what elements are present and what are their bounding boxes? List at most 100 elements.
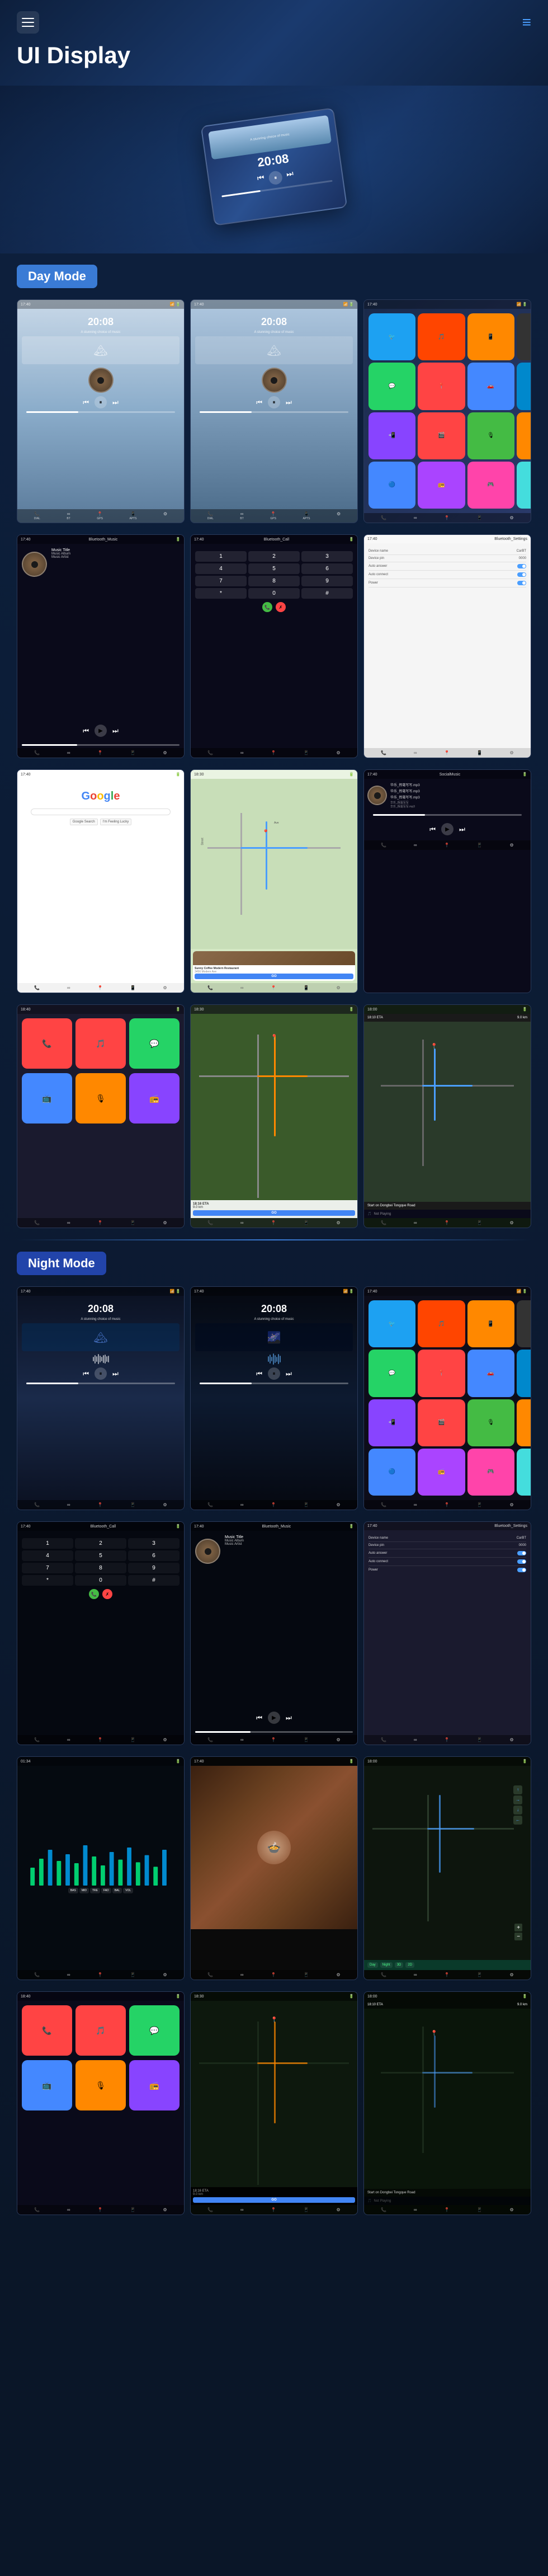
screen-header-3: 17:40📶 🔋 bbox=[364, 300, 531, 309]
bt-album-art-night bbox=[195, 1539, 220, 1564]
screen-header-n6: 17:40Bluetooth_Settings bbox=[364, 1522, 531, 1530]
screen-header-n5: 17:40Bluetooth_Music🔋 bbox=[191, 1522, 357, 1531]
screen-footer-1: 📞DIAL ∞BT 📍GPS 📱APTS ⚙ bbox=[17, 509, 184, 523]
screen-apps-night: 17:40📶 🔋 🐦 🎵 📱 ⚙ 💬 📍 🚗 BT 📲 🎬 🎙 📡 🔵 bbox=[363, 1286, 531, 1510]
screen-nav-route-day: 18:00🔋 18:10 ETA 9.0 km 📍 bbox=[363, 1004, 531, 1228]
prev-btn[interactable]: ⏮ bbox=[257, 173, 266, 187]
screen-footer-5: 📞 ∞ 📍 📱 ⚙ bbox=[191, 748, 357, 758]
screen-carplay-day: 18:40🔋 📞 🎵 💬 📺 🎙 📻 📞 bbox=[17, 1004, 185, 1228]
screen-night-nav: 18:00🔋 ↑ → ↓ ← bbox=[363, 1756, 531, 1980]
page-bottom-padding bbox=[0, 2237, 548, 2260]
go-button[interactable]: GO bbox=[195, 974, 353, 979]
bt-music-artist: Music Artist bbox=[51, 556, 179, 559]
call-dialpad: 1 2 3 4 5 6 7 8 9 * 0 # bbox=[195, 551, 353, 599]
night-mode-grid-row3: 01:34🔋 bbox=[17, 1756, 531, 1980]
screen-header-2: 17:40📶 🔋 bbox=[191, 300, 357, 309]
social-player-controls: ⏮ ▶ ⏭ bbox=[364, 821, 531, 838]
night-mode-grid-row1: 17:40📶 🔋 20:08 A stunning choice of musi… bbox=[17, 1286, 531, 1510]
screen-header-n1: 17:40📶 🔋 bbox=[17, 1287, 184, 1296]
nav-route-content: 18:10 ETA 9.0 km 📍 Start on Dongbei Tong… bbox=[364, 1014, 531, 1218]
google-content: Google Google Search I'm Feeling Lucky bbox=[17, 779, 184, 983]
time-display-2: 20:08 bbox=[195, 316, 353, 328]
screen-header-8: 18:30🔋 bbox=[191, 770, 357, 779]
screen-header-nc1: 18:40🔋 bbox=[17, 1992, 184, 2001]
screen-footer-nc2: 📞 ∞ 📍 📱 ⚙ bbox=[191, 2205, 357, 2215]
screen-footer-n1: 📞 ∞ 📍 📱 ⚙ bbox=[17, 1500, 184, 1510]
eq-svg bbox=[27, 1841, 174, 1886]
screen-google-day: 17:40🔋 Google Google Search I'm Feeling … bbox=[17, 769, 185, 993]
screen-header-7: 17:40🔋 bbox=[17, 770, 184, 779]
screen-eq-viz-night: 01:34🔋 bbox=[17, 1756, 185, 1980]
screen-footer-n7: 📞 ∞ 📍 📱 ⚙ bbox=[17, 1970, 184, 1980]
screen-bluetooth-call-day: 17:40Bluetooth_Call🔋 1 2 3 4 5 6 7 8 9 * bbox=[190, 534, 358, 758]
waveform-n1 bbox=[26, 1353, 175, 1365]
screen-footer-n9: 📞 ∞ 📍 📱 ⚙ bbox=[364, 1970, 531, 1980]
screen-night-nav-restaurant: 18:30🔋 📍 18:16 ETA 9.0 km GO 📞 bbox=[190, 1991, 358, 2215]
food-video-content: 🍲 bbox=[191, 1766, 357, 1970]
screen-header-n7: 01:34🔋 bbox=[17, 1757, 184, 1766]
screen-header-n3: 17:40📶 🔋 bbox=[364, 1287, 531, 1296]
screen-footer-6: 📞 ∞ 📍 📱 ⚙ bbox=[364, 748, 531, 758]
screen-header-9: 17:40SocialMusic🔋 bbox=[364, 770, 531, 779]
screen-footer-11: 📞 ∞ 📍 📱 ⚙ bbox=[191, 1218, 357, 1228]
screen-food-video-night: 17:40🔋 🍲 📞 ∞ 📍 📱 ⚙ bbox=[190, 1756, 358, 1980]
time-display-1: 20:08 bbox=[22, 316, 179, 328]
screen-footer-7: 📞 ∞ 📍 📱 ⚙ bbox=[17, 983, 184, 993]
settings-content: Device name CarBT Device pin 0000 Auto a… bbox=[364, 543, 531, 748]
screen-settings-night: 17:40Bluetooth_Settings Device name CarB… bbox=[363, 1521, 531, 1745]
screen-footer-10: 📞 ∞ 📍 📱 ⚙ bbox=[17, 1218, 184, 1228]
screen-map-day: 18:30🔋 📍 Street Ave S bbox=[190, 769, 358, 993]
screen-footer-nc1: 📞 ∞ 📍 📱 ⚙ bbox=[17, 2205, 184, 2215]
screen-header-n9: 18:00🔋 bbox=[364, 1757, 531, 1766]
screen-header-10: 18:40🔋 bbox=[17, 1005, 184, 1014]
night-carplay-row: 18:40🔋 📞 🎵 💬 📺 🎙 📻 📞 bbox=[17, 1991, 531, 2215]
bt-music-artist-night: Music Artist bbox=[225, 1543, 353, 1546]
screen-footer-9: 📞 ∞ 📍 📱 ⚙ bbox=[364, 840, 531, 850]
screen-header-n2: 17:40📶 🔋 bbox=[191, 1287, 357, 1296]
screen-footer-nc3: 📞 ∞ 📍 📱 ⚙ bbox=[364, 2205, 531, 2215]
night-nav-controls: Day Night 3D 2D bbox=[364, 1960, 531, 1970]
time-display-n2: 20:08 bbox=[195, 1303, 353, 1315]
apps-grid-night: 🐦 🎵 📱 ⚙ 💬 📍 🚗 BT 📲 🎬 🎙 📡 🔵 📻 🎮 🌐 bbox=[364, 1296, 531, 1500]
page-title: UI Display bbox=[17, 42, 531, 69]
carplay-night-content: 📞 🎵 💬 📺 🎙 📻 bbox=[17, 2001, 184, 2205]
screen-footer-12: 📞 ∞ 📍 📱 ⚙ bbox=[364, 1218, 531, 1228]
bt-player-controls: ⏮ ▶ ⏭ bbox=[17, 722, 184, 739]
album-art-1 bbox=[88, 368, 114, 393]
day-carplay-row: 18:40🔋 📞 🎵 💬 📺 🎙 📻 📞 bbox=[17, 1004, 531, 1228]
restaurant-card-day: Sunny Coffee Modern Restaurant 3456 Mode… bbox=[193, 951, 355, 981]
screen-music-night-2: 17:40📶 🔋 20:08 A stunning choice of musi… bbox=[190, 1286, 358, 1510]
screen-apps-day: 17:40📶 🔋 🐦 🎵 📱 ⚙ 💬 📍 🚗 BT 📲 🎬 🎙 📡 🔵 bbox=[363, 299, 531, 523]
social-music-content: 华乐_挥毫写写.mp3 华乐_挥毫写写.mp3 华乐_挥毫写写.mp3 华乐_挥… bbox=[364, 779, 531, 812]
album-art-2 bbox=[262, 368, 287, 393]
waveform-n2 bbox=[200, 1353, 348, 1365]
menu-button[interactable] bbox=[17, 11, 39, 34]
eq-content: BAS MID TRE FAD BAL VOL bbox=[17, 1766, 184, 1970]
screen-footer-3: 📞 ∞ 📍 📱 ⚙ bbox=[364, 513, 531, 523]
google-logo: Google bbox=[82, 790, 120, 803]
apps-grid-day: 🐦 🎵 📱 ⚙ 💬 📍 🚗 BT 📲 🎬 🎙 📡 🔵 📻 🎮 🌐 bbox=[364, 309, 531, 513]
screen-header-11: 18:30🔋 bbox=[191, 1005, 357, 1014]
page-header: ≡ UI Display bbox=[0, 0, 548, 86]
nav-icon[interactable]: ≡ bbox=[522, 13, 531, 31]
screen-header-n8: 17:40🔋 bbox=[191, 1757, 357, 1766]
screen-settings-day: 17:40Bluetooth_Settings Device name CarB… bbox=[363, 534, 531, 758]
screen-music-night-1: 17:40📶 🔋 20:08 A stunning choice of musi… bbox=[17, 1286, 185, 1510]
next-btn[interactable]: ⏭ bbox=[286, 168, 295, 183]
play-btn[interactable]: ⏸ bbox=[274, 175, 277, 181]
night-mode-grid-row2: 17:40Bluetooth_Call🔋 1 2 3 4 5 6 7 8 9 * bbox=[17, 1521, 531, 1745]
screen-nav-restaurant-day: 18:30🔋 📍 18:16 ETA 9.0 km GO bbox=[190, 1004, 358, 1228]
screen-header-6: 17:40Bluetooth_Settings bbox=[364, 535, 531, 543]
player-controls-n1: ⏮ ⏸ ⏭ bbox=[22, 1367, 179, 1380]
day-mode-section: Day Mode 17:40📶 🔋 20:08 A stunning choic… bbox=[0, 253, 548, 2237]
night-nav-route-content: 18:10 ETA 9.0 km 📍 Start on Dongbei Tong… bbox=[364, 2001, 531, 2205]
screen-header-nc3: 18:00🔋 bbox=[364, 1992, 531, 2001]
screen-bluetooth-music-night: 17:40Bluetooth_Music🔋 Music Title Music … bbox=[190, 1521, 358, 1745]
carplay-content: 📞 🎵 💬 📺 🎙 📻 bbox=[17, 1014, 184, 1218]
google-search-bar[interactable] bbox=[31, 808, 171, 815]
bt-music-title-night: Music Title bbox=[225, 1535, 353, 1539]
screen-footer-8: 📞 ∞ 📍 📱 ⚙ bbox=[191, 983, 357, 993]
screen-bluetooth-music-day: 17:40Bluetooth_Music🔋 Music Title Music … bbox=[17, 534, 185, 758]
screen-footer-n5: 📞 ∞ 📍 📱 ⚙ bbox=[191, 1735, 357, 1745]
mode-divider bbox=[17, 1239, 531, 1240]
